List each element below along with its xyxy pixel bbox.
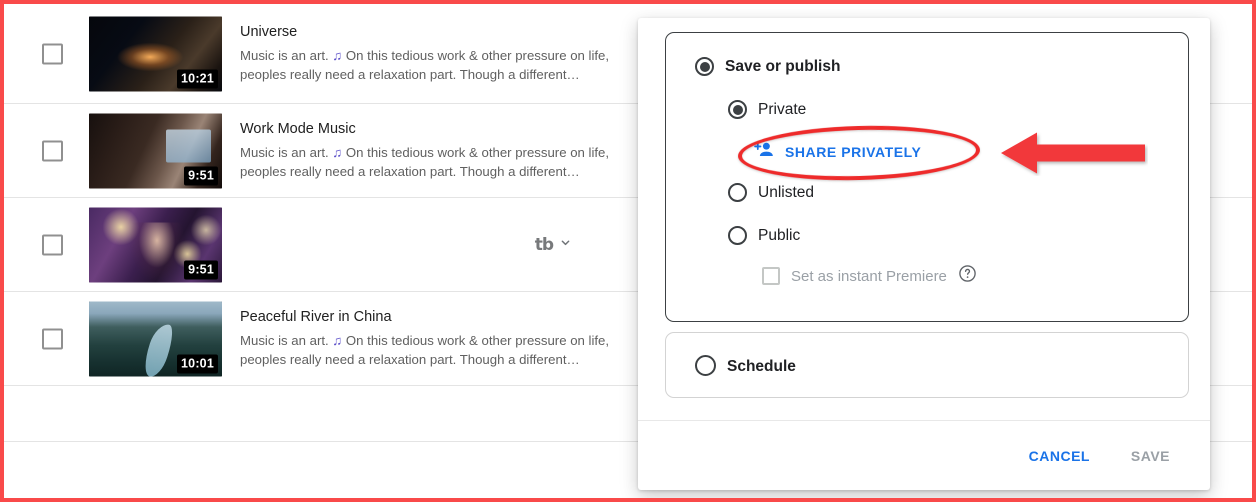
dialog-footer: CANCEL SAVE bbox=[638, 420, 1210, 490]
dialog-body: Save or publish Private SHARE PRIVATELY … bbox=[638, 18, 1210, 421]
video-duration: 9:51 bbox=[184, 166, 218, 185]
radio-schedule-indicator[interactable] bbox=[695, 355, 716, 376]
music-note-icon: ♫ bbox=[332, 145, 343, 161]
tubebuddy-icon: tb bbox=[534, 234, 554, 255]
radio-public-indicator[interactable] bbox=[728, 226, 747, 245]
tubebuddy-menu[interactable]: tb bbox=[535, 235, 573, 255]
video-title[interactable]: Work Mode Music bbox=[240, 119, 630, 139]
video-thumbnail[interactable]: 10:21 bbox=[89, 16, 222, 91]
video-meta: Peaceful River in China Music is an art.… bbox=[240, 307, 630, 369]
video-duration: 10:01 bbox=[177, 354, 218, 373]
instant-premiere-label: Set as instant Premiere bbox=[791, 267, 947, 285]
instant-premiere-row: Set as instant Premiere bbox=[762, 264, 977, 288]
save-button: SAVE bbox=[1123, 440, 1178, 472]
music-note-icon: ♫ bbox=[332, 48, 343, 64]
radio-unlisted-indicator[interactable] bbox=[728, 183, 747, 202]
radio-save-or-publish-label: Save or publish bbox=[725, 58, 841, 75]
row-checkbox[interactable] bbox=[42, 328, 63, 349]
radio-private-label: Private bbox=[758, 101, 807, 118]
video-thumbnail[interactable]: 9:51 bbox=[89, 207, 222, 282]
chevron-down-icon bbox=[558, 235, 573, 255]
video-duration: 9:51 bbox=[184, 260, 218, 279]
row-checkbox[interactable] bbox=[42, 234, 63, 255]
visibility-options-card: Save or publish Private SHARE PRIVATELY … bbox=[665, 32, 1189, 322]
row-checkbox[interactable] bbox=[42, 43, 63, 64]
person-add-icon bbox=[754, 141, 775, 163]
video-description: Music is an art. ♫ On this tedious work … bbox=[240, 332, 630, 369]
visibility-dialog: Save or publish Private SHARE PRIVATELY … bbox=[638, 18, 1210, 490]
radio-save-or-publish-indicator[interactable] bbox=[695, 57, 714, 76]
radio-public-label: Public bbox=[758, 227, 801, 244]
video-title[interactable]: Peaceful River in China bbox=[240, 307, 630, 327]
help-circle-icon[interactable] bbox=[958, 264, 977, 288]
share-privately-label: SHARE PRIVATELY bbox=[785, 144, 922, 160]
screenshot-root: 10:21 Universe Music is an art. ♫ On thi… bbox=[0, 0, 1256, 502]
video-duration: 10:21 bbox=[177, 69, 218, 88]
description-before: Music is an art. bbox=[240, 48, 333, 64]
video-description: Music is an art. ♫ On this tedious work … bbox=[240, 144, 630, 181]
radio-private-indicator[interactable] bbox=[728, 100, 747, 119]
music-note-icon: ♫ bbox=[332, 333, 343, 349]
description-before: Music is an art. bbox=[240, 333, 333, 349]
video-description: Music is an art. ♫ On this tedious work … bbox=[240, 47, 630, 84]
instant-premiere-checkbox bbox=[762, 267, 780, 285]
video-thumbnail[interactable]: 9:51 bbox=[89, 113, 222, 188]
cancel-button[interactable]: CANCEL bbox=[1021, 440, 1098, 472]
radio-unlisted-label: Unlisted bbox=[758, 184, 814, 201]
video-meta: Universe Music is an art. ♫ On this tedi… bbox=[240, 22, 630, 84]
row-checkbox[interactable] bbox=[42, 140, 63, 161]
description-before: Music is an art. bbox=[240, 145, 333, 161]
video-meta: Work Mode Music Music is an art. ♫ On th… bbox=[240, 119, 630, 181]
radio-schedule-label: Schedule bbox=[727, 358, 796, 375]
share-privately-button[interactable]: SHARE PRIVATELY bbox=[754, 141, 921, 163]
schedule-card[interactable]: Schedule bbox=[665, 332, 1189, 398]
video-title[interactable]: Universe bbox=[240, 22, 630, 42]
video-thumbnail[interactable]: 10:01 bbox=[89, 301, 222, 376]
